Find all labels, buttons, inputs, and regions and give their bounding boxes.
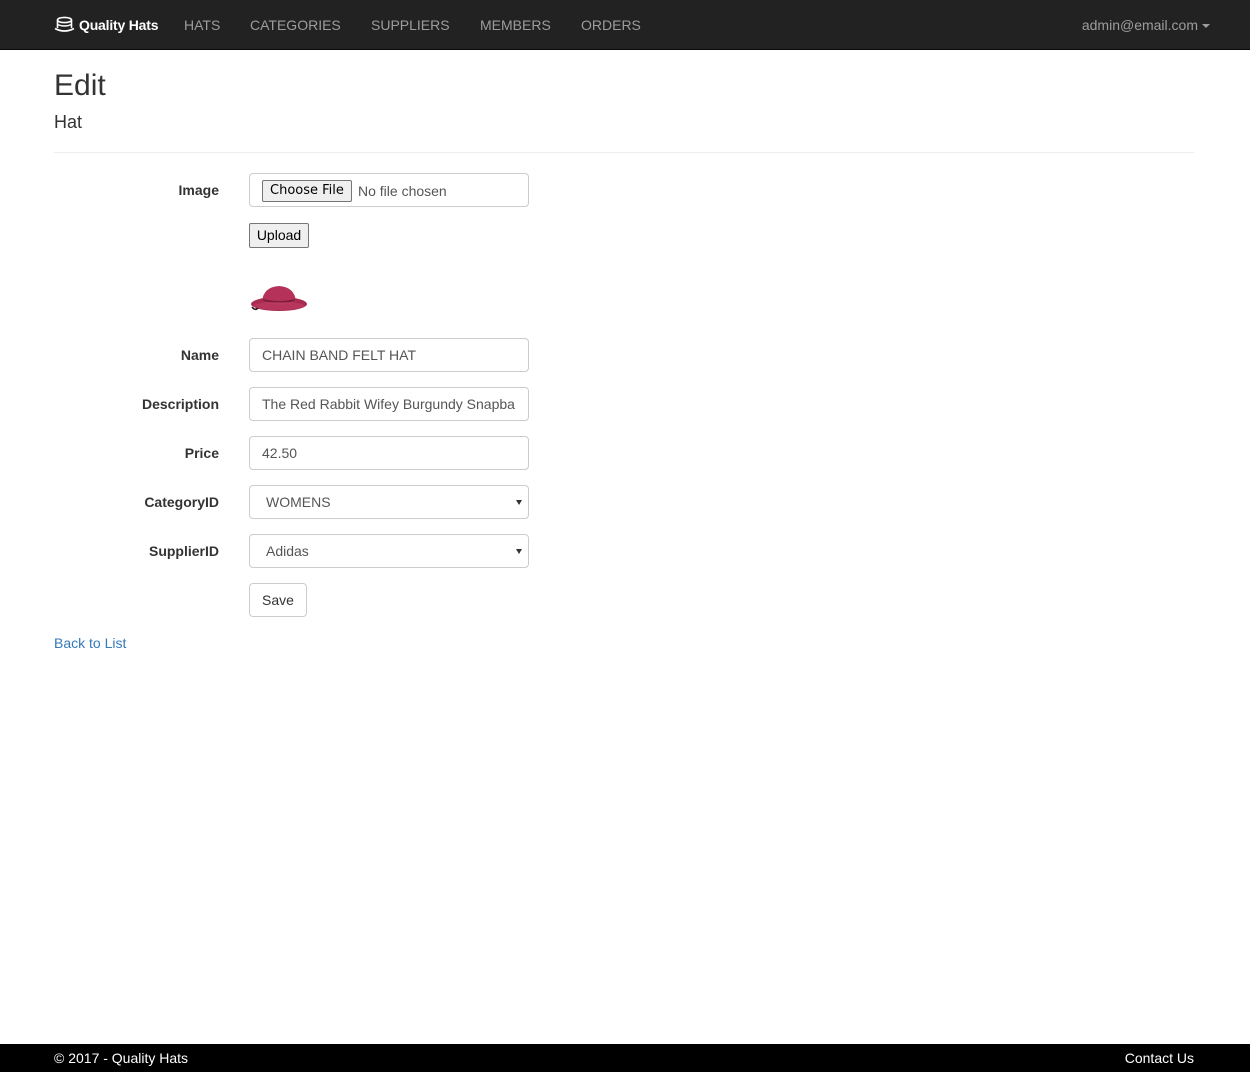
caret-down-icon	[1202, 24, 1210, 29]
supplier-label: SupplierID	[148, 543, 219, 559]
dropdown-arrow-icon	[516, 500, 522, 505]
dropdown-arrow-icon	[516, 549, 522, 554]
description-label: Description	[141, 396, 219, 412]
divider	[54, 152, 1194, 153]
brand-link[interactable]: Quality Hats	[54, 0, 158, 50]
top-hat-icon	[54, 16, 75, 34]
name-label: Name	[180, 347, 219, 363]
user-email: admin@email.com	[1081, 17, 1198, 33]
footer-copyright: © 2017 - Quality Hats	[54, 1050, 189, 1066]
nav-suppliers[interactable]: SUPPLIERS	[371, 0, 450, 50]
nav-categories[interactable]: CATEGORIES	[250, 0, 341, 50]
user-menu[interactable]: admin@email.com	[1082, 0, 1210, 50]
top-navbar: Quality Hats HATS CATEGORIES SUPPLIERS M…	[0, 0, 1250, 50]
supplier-selected: Adidas	[266, 543, 309, 559]
back-to-list-link[interactable]: Back to List	[54, 633, 126, 653]
category-selected: WOMENS	[266, 494, 331, 510]
nav-orders[interactable]: ORDERS	[581, 0, 641, 50]
image-label: Image	[178, 182, 219, 198]
category-label: CategoryID	[144, 494, 219, 510]
price-input[interactable]: 42.50	[249, 436, 529, 470]
contact-us-link[interactable]: Contact Us	[1125, 1044, 1194, 1072]
footer: © 2017 - Quality Hats Contact Us	[0, 1044, 1250, 1072]
price-label: Price	[184, 445, 219, 461]
upload-button[interactable]: Upload	[249, 223, 309, 248]
name-input[interactable]: CHAIN BAND FELT HAT	[249, 338, 529, 372]
page-subtitle: Hat	[54, 112, 83, 132]
nav-members[interactable]: MEMBERS	[480, 0, 551, 50]
image-file-input[interactable]: Choose File No file chosen	[249, 173, 529, 207]
file-status: No file chosen	[358, 183, 447, 199]
nav-hats[interactable]: HATS	[184, 0, 220, 50]
save-button[interactable]: Save	[249, 583, 307, 617]
supplier-select[interactable]: Adidas	[249, 534, 529, 568]
brand-name: Quality Hats	[79, 17, 159, 33]
description-input[interactable]: The Red Rabbit Wifey Burgundy Snapba	[249, 387, 529, 421]
hat-image	[249, 282, 309, 317]
choose-file-button[interactable]: Choose File	[262, 180, 352, 202]
category-select[interactable]: WOMENS	[249, 485, 529, 519]
page-title: Edit	[54, 69, 106, 102]
